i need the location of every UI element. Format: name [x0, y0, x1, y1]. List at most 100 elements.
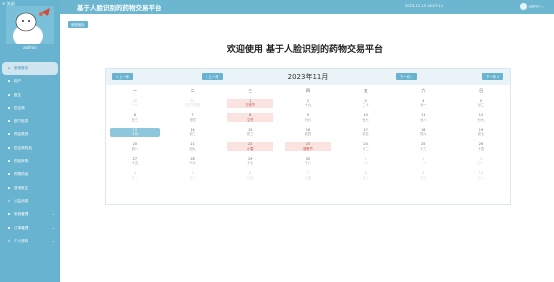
lunar-label: 十二 — [362, 146, 369, 151]
grid-icon: ▪ — [7, 159, 11, 164]
person-icon: ▪ — [7, 105, 11, 110]
day-number: 6 — [249, 171, 252, 175]
day-number: 3 — [479, 156, 483, 161]
calendar-day[interactable]: 16 初四 — [279, 126, 337, 141]
calendar-day[interactable]: 28 十六 — [164, 155, 222, 170]
weekday-label: 四 — [306, 88, 311, 93]
calendar-day[interactable]: 2 十九 — [279, 97, 337, 112]
sidebar-item[interactable]: ▫ 公益消息 — [0, 195, 60, 208]
calendar-day[interactable]: 5 廿三 — [164, 170, 222, 185]
sidebar-item[interactable]: ▪ 供应商 — [0, 102, 60, 115]
calendar-day[interactable]: 2 二十 — [394, 155, 452, 170]
lunar-label: 初三 — [247, 132, 254, 136]
calendar-day[interactable]: 18 初六 — [394, 126, 452, 141]
doc-icon: ▫ — [7, 238, 11, 243]
day-number: 4 — [422, 98, 425, 103]
calendar-day[interactable]: 7 廿四 — [164, 112, 222, 127]
weekday-label: 一 — [132, 88, 137, 93]
user-avatar-icon — [519, 3, 527, 10]
calendar-day[interactable]: 5 廿二 — [452, 97, 510, 112]
day-number: 10 — [363, 113, 368, 117]
day-cell-content: 30 十八 — [279, 157, 337, 166]
calendar-day[interactable]: 30 十七 — [106, 97, 164, 112]
calendar-day[interactable]: 1 万圣节 — [221, 97, 279, 112]
calendar-day[interactable]: 3 廿一 — [452, 155, 510, 170]
sidebar-item[interactable]: ▪ 药品类别 — [0, 128, 60, 141]
breadcrumb[interactable]: 系统首页 — [68, 21, 88, 28]
calendar-day[interactable]: 26 十四 — [452, 141, 510, 156]
calendar-day[interactable]: 1 十九 — [337, 155, 395, 170]
day-cell-content: 14 初二 — [164, 128, 222, 137]
sidebar-menu: ⌂ 系统首页 ▪ 用户 ▪ 医生 ▪ 供应商 ▪ 部门信息 ▪ 药品类别 ▪ 供应商药品 ▪ 药品采购 ▪ 药物药… — [0, 62, 60, 248]
sidebar-item[interactable]: ▪ 系统管理 ⌄ — [0, 208, 60, 221]
lunar-label: 十八 — [304, 161, 312, 165]
lunar-label: 大雪 — [304, 175, 312, 180]
calendar-day[interactable]: 6 廿三 — [106, 112, 164, 127]
sidebar-item[interactable]: ▪ 用户 — [0, 75, 60, 88]
calendar-day[interactable]: 19 初七 — [452, 126, 510, 141]
sidebar-item[interactable]: ▪ 医生 — [0, 89, 60, 102]
day-number: 7 — [191, 113, 194, 117]
sidebar-item[interactable]: ▪ 药物药品 — [0, 168, 60, 181]
calendar-day[interactable]: 22 小雪 — [221, 141, 279, 156]
calendar-day[interactable]: 8 立冬 — [221, 112, 279, 127]
calendar-day[interactable]: 9 廿六 — [279, 112, 337, 127]
sidebar-item-label: 咨询医生 — [14, 185, 29, 190]
day-cell-content: 19 初七 — [452, 128, 510, 137]
calendar-day[interactable]: 23 感恩节 — [279, 141, 337, 156]
calendar-day[interactable]: 27 十五 — [106, 155, 164, 170]
calendar-day[interactable]: 24 十二 — [337, 141, 395, 156]
day-number: 7 — [306, 171, 309, 175]
next-year-button[interactable]: 下一年 » — [482, 73, 504, 80]
calendar-day[interactable]: 4 廿二 — [106, 170, 164, 185]
calendar-day[interactable]: 31 万圣节前夜 — [164, 97, 222, 112]
calendar-day[interactable]: 11 廿八 — [394, 112, 452, 127]
calendar-day[interactable]: 7 大雪 — [279, 170, 337, 185]
calendar-day[interactable]: 9 廿七 — [394, 170, 452, 185]
lunar-label: 二十 — [362, 103, 369, 107]
page-title: 欢迎使用 基于人脸识别的药物交易平台 — [226, 45, 384, 55]
calendar-day[interactable]: 10 廿七 — [337, 112, 395, 127]
datetime: 2023-11-15 16:27:11 — [405, 4, 444, 8]
lunar-label: 廿二 — [477, 103, 485, 107]
calendar-day[interactable]: 29 十七 — [221, 155, 279, 170]
day-cell-content: 6 廿三 — [106, 113, 164, 122]
sidebar-item[interactable]: ▪ 部门信息 — [0, 115, 60, 128]
calendar-day[interactable]: 25 十三 — [394, 141, 452, 156]
sidebar-item-label: 供应商药品 — [14, 145, 32, 150]
calendar-day[interactable]: 30 十八 — [279, 155, 337, 170]
weekday-label: 五 — [363, 88, 368, 93]
user-menu[interactable]: admin ⌄ — [519, 3, 544, 10]
calendar-day[interactable]: 6 廿四 — [221, 170, 279, 185]
calendar-day[interactable]: 15 初三 — [221, 126, 279, 141]
day-number: 10 — [478, 171, 484, 175]
sidebar-item[interactable]: ▪ 供应商药品 — [0, 142, 60, 155]
day-cell-content: 18 初六 — [394, 128, 452, 137]
sidebar-item[interactable]: ▪ 咨询医生 — [0, 182, 60, 195]
calendar-day[interactable]: 8 廿六 — [337, 170, 395, 185]
day-cell-content: 17 初五 — [337, 128, 395, 137]
calendar-day[interactable]: 21 初九 — [164, 141, 222, 156]
day-number: 3 — [364, 98, 367, 103]
day-number: 19 — [478, 127, 484, 132]
sidebar-item[interactable]: ▪ 药品采购 — [0, 155, 60, 168]
day-number: 9 — [306, 113, 309, 117]
sidebar-item[interactable]: ▫ 个人资料 ⌄ — [0, 235, 60, 248]
calendar-day[interactable]: 14 初二 — [164, 126, 222, 141]
calendar-day[interactable]: 20 初八 — [106, 141, 164, 156]
sidebar-item[interactable]: ▪ 订单管理 ⌄ — [0, 222, 60, 235]
calendar-day[interactable]: 10 廿八 — [452, 170, 510, 185]
calendar-day[interactable]: 17 初五 — [337, 126, 395, 141]
next-month-button[interactable]: 下一月 › — [396, 73, 417, 80]
lunar-label: 初六 — [420, 132, 427, 136]
calendar-day[interactable]: 4 廿一 — [394, 97, 452, 112]
calendar-day[interactable]: 3 二十 — [337, 97, 395, 112]
calendar-day[interactable]: 13 十月 — [106, 126, 164, 141]
sidebar-item-label: 部门信息 — [14, 119, 29, 124]
calendar-day[interactable]: 12 廿九 — [452, 112, 510, 127]
lunar-label: 十七 — [247, 161, 254, 165]
sidebar-item[interactable]: ⌂ 系统首页 — [2, 62, 58, 76]
lunar-label: 十九 — [362, 161, 369, 165]
avatar — [6, 6, 54, 48]
grid-icon: ▪ — [7, 92, 11, 97]
